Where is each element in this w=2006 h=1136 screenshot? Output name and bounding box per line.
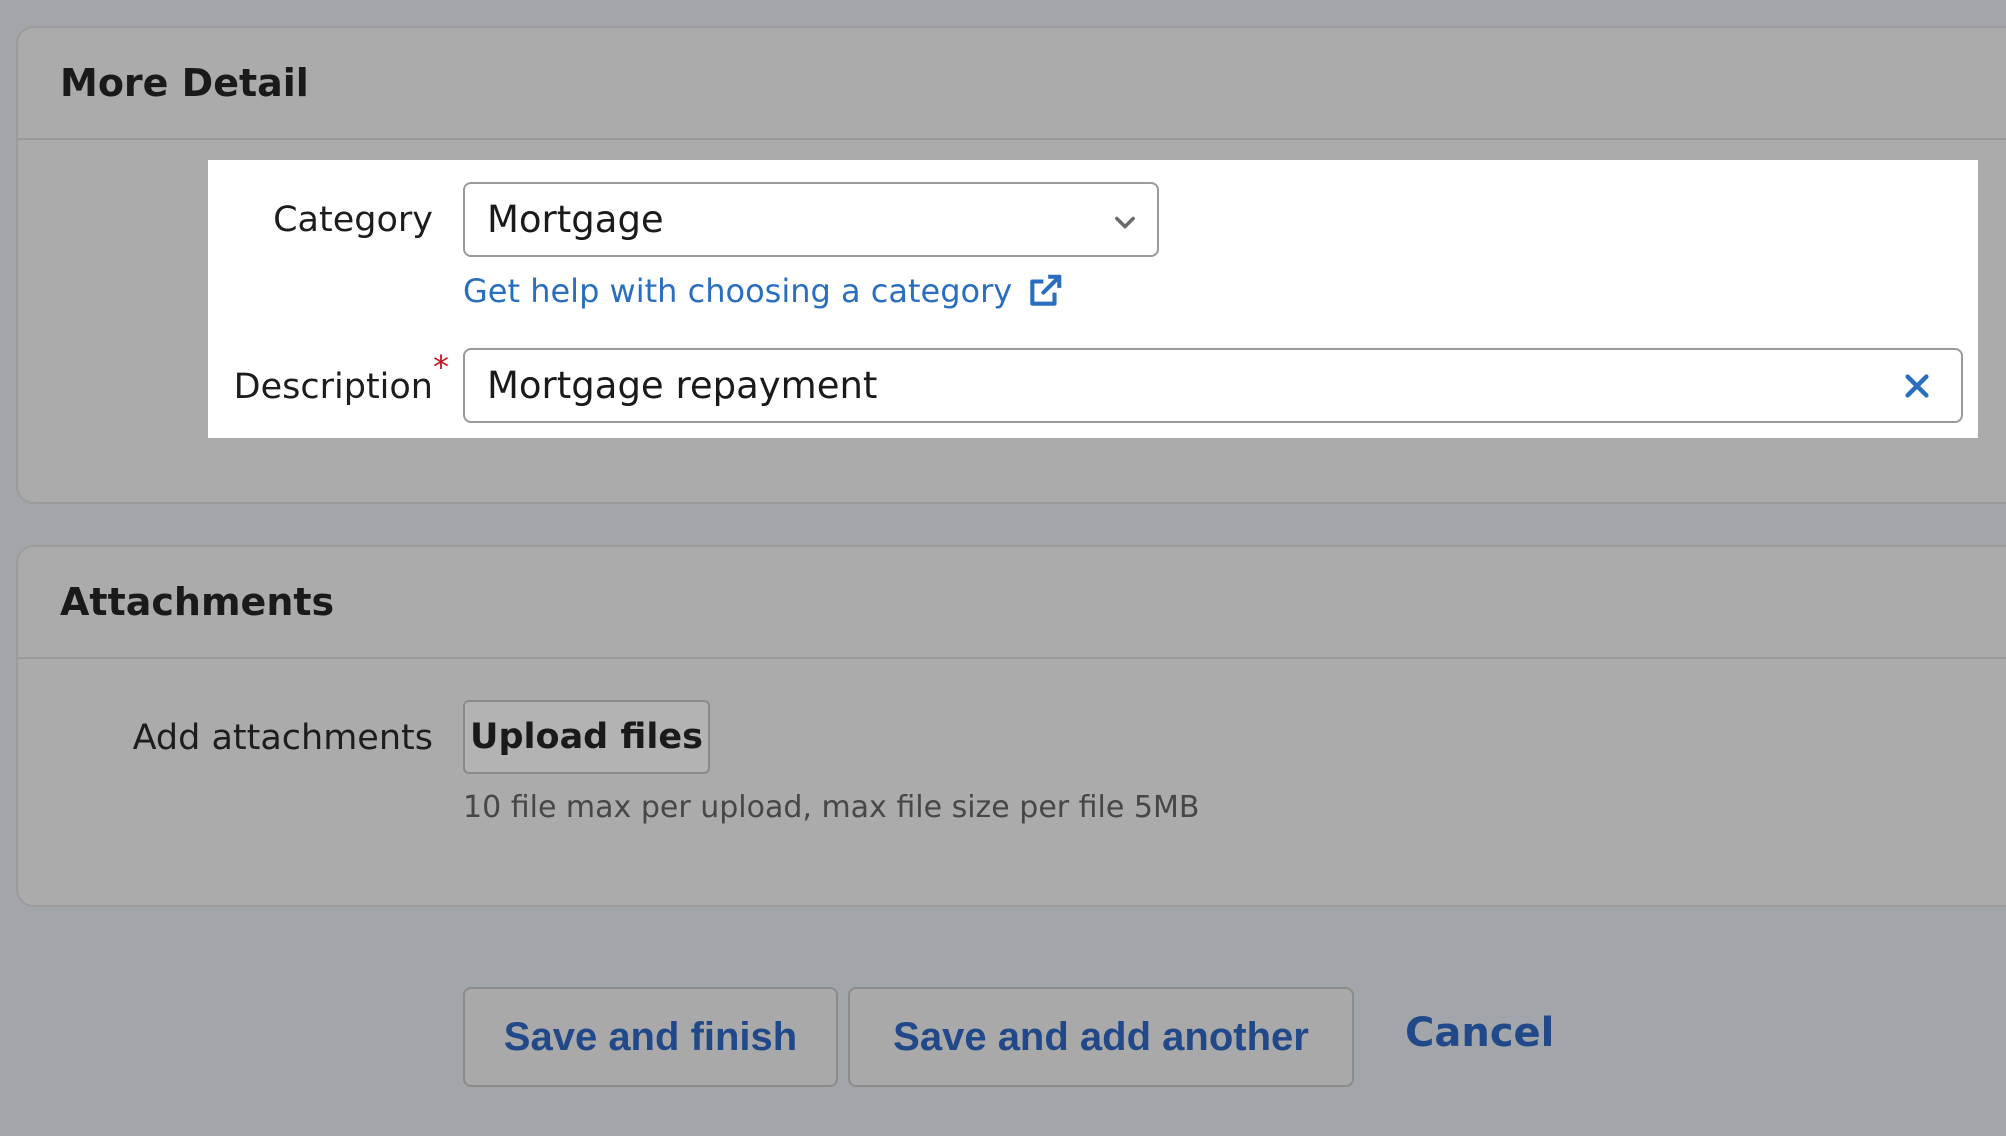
more-detail-header: More Detail <box>18 28 2006 140</box>
category-selected-value: Mortgage <box>487 198 664 241</box>
close-icon[interactable] <box>1901 370 1933 402</box>
cancel-link[interactable]: Cancel <box>1405 1010 1554 1056</box>
category-select[interactable]: Mortgage <box>463 182 1159 257</box>
upload-hint: 10 file max per upload, max file size pe… <box>463 790 1200 825</box>
category-label: Category <box>273 200 433 240</box>
category-help-text: Get help with choosing a category <box>463 272 1013 310</box>
save-and-finish-button[interactable]: Save and finish <box>463 987 838 1087</box>
description-label: Description <box>233 367 433 407</box>
attachments-header: Attachments <box>18 547 2006 659</box>
external-link-icon <box>1030 274 1062 306</box>
description-input[interactable]: Mortgage repayment <box>463 348 1963 423</box>
required-marker: * <box>433 348 449 386</box>
save-and-add-another-button[interactable]: Save and add another <box>848 987 1354 1087</box>
description-value: Mortgage repayment <box>487 364 878 407</box>
chevron-down-icon <box>1115 216 1135 229</box>
upload-files-button[interactable]: Upload files <box>463 700 710 774</box>
more-detail-title: More Detail <box>60 61 309 105</box>
page: More Detail Category Mortgage Get help w… <box>0 0 2006 1136</box>
add-attachments-label: Add attachments <box>132 718 433 758</box>
category-help-link[interactable]: Get help with choosing a category <box>463 272 1064 310</box>
attachments-title: Attachments <box>60 580 335 624</box>
